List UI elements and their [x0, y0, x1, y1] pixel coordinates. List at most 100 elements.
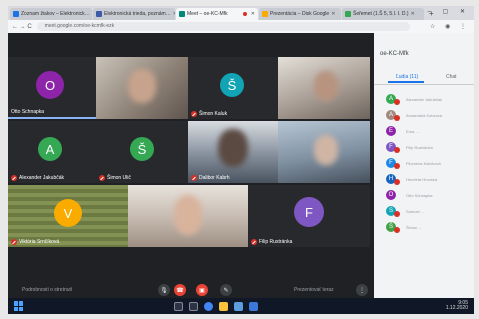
participant-tile[interactable]: F Filip Rustránka — [248, 185, 370, 247]
participant-name: Annamária Kobzová — [406, 112, 443, 118]
participant-face — [174, 195, 202, 235]
task-view-icon[interactable] — [189, 301, 198, 311]
browser-tab[interactable]: Zoznam žiakov – Elektronick… ✕ — [10, 8, 92, 20]
list-item[interactable]: A Alexander Jakubčák — [386, 91, 472, 107]
avatar-initial: O — [388, 192, 394, 198]
participant-video-tile[interactable] — [128, 185, 248, 247]
camera-off-button[interactable]: ▣ — [196, 284, 208, 296]
mic-off-icon — [11, 239, 17, 245]
participant-video-tile[interactable] — [96, 57, 188, 119]
captions-button[interactable]: ✎ — [220, 284, 232, 296]
list-item[interactable]: F Filip Rustránka — [386, 139, 472, 155]
avatar-initial: Š — [388, 224, 393, 230]
browser-tab-bar: Zoznam žiakov – Elektronick… ✕ Elektroni… — [8, 6, 474, 20]
participant-tile[interactable]: V Viktória Srnčíková — [8, 185, 128, 247]
participant-name-text: Šimon Kaluk — [199, 111, 228, 117]
participant-name: Viktória Srnčíková — [11, 239, 59, 245]
participant-video-tile[interactable]: Dalibor Kabrh — [188, 121, 278, 183]
window-controls[interactable]: – ▢ ✕ — [428, 8, 470, 15]
avatar: A — [386, 94, 400, 105]
browser-tab[interactable]: Elektronická trieda, poznám… ✕ — [93, 8, 175, 20]
participant-tile[interactable]: Š Šimon Ulič — [96, 121, 188, 183]
file-explorer-icon[interactable] — [219, 301, 228, 311]
browser-tab[interactable]: Šeřemet (1.Š 5, 5.I. I. D.) ✕ — [342, 8, 424, 20]
mic-off-icon — [394, 163, 400, 169]
store-icon[interactable] — [234, 301, 243, 311]
search-icon[interactable] — [174, 301, 183, 311]
browser-extension-icons[interactable]: ☆ ◉ ⋮ — [430, 23, 470, 30]
windows-start-icon[interactable] — [14, 301, 24, 311]
avatar-initial: A — [388, 96, 393, 102]
tab-people[interactable]: Ľudia (11) — [387, 74, 425, 83]
present-now-button[interactable]: Prezentovať teraz — [294, 287, 334, 293]
browser-tab[interactable]: Prezentácia – Disk Google ✕ — [259, 8, 341, 20]
avatar-initial: F — [389, 144, 393, 150]
more-options-icon[interactable]: ⋮ — [356, 284, 368, 296]
close-tab-icon[interactable]: ✕ — [411, 11, 415, 17]
participant-name-text: Šimon Ulič — [107, 175, 131, 181]
list-item[interactable]: A Annamária Kobzová — [386, 107, 472, 123]
clock-date: 1.12.2020 — [445, 305, 468, 311]
meeting-details-link[interactable]: Podrobnosti o stretnutí — [22, 287, 72, 293]
participant-name-text: Dalibor Kabrh — [199, 175, 230, 181]
navigation-buttons[interactable]: ← → C — [12, 24, 32, 30]
list-item[interactable]: S Samuel … — [386, 203, 472, 219]
list-item[interactable]: O Otto Schnapka — [386, 187, 472, 203]
participant-tile[interactable]: A Alexander Jakubčák — [8, 121, 96, 183]
participant-name: Otto Schnapka — [406, 192, 433, 198]
avatar: Š — [130, 137, 154, 161]
avatar: S — [386, 206, 400, 217]
list-item[interactable]: H Henrieta Hronská — [386, 171, 472, 187]
participant-name: Alexander Jakubčák — [406, 96, 443, 102]
participant-video-tile[interactable] — [278, 57, 370, 119]
avatar-initial: A — [388, 112, 393, 118]
meeting-controls: Podrobnosti o stretnutí 🎙 ☎ ▣ ✎ Prezento… — [8, 282, 374, 298]
mic-off-icon — [191, 111, 197, 117]
tab-label: Šeřemet (1.Š 5, 5.I. I. D.) — [353, 11, 409, 17]
system-tray[interactable]: 9:05 1.12.2020 — [446, 301, 468, 311]
avatar: F — [386, 158, 400, 169]
mic-off-icon — [394, 99, 400, 105]
tab-favicon-icon — [345, 11, 351, 17]
tab-label: Prezentácia – Disk Google — [270, 11, 330, 17]
chrome-icon[interactable] — [204, 301, 213, 311]
participant-name-text: Viktória Srnčíková — [19, 239, 60, 245]
tab-label: Zoznam žiakov – Elektronick… — [21, 11, 90, 17]
browser-tab-active[interactable]: Meet – oe-KC-Mfk ✕ — [176, 8, 258, 20]
mic-off-icon — [191, 175, 197, 181]
participant-tile[interactable]: Š Šimon Kaluk — [188, 57, 278, 119]
participant-name: Dalibor Kabrh — [191, 175, 230, 181]
address-bar: ← → C meet.google.com/oe-kcmfk-ezk ☆ ◉ ⋮ — [8, 20, 474, 33]
avatar: A — [38, 137, 62, 161]
participant-name-text: Otto Schnapka — [11, 109, 45, 115]
screen: Zoznam žiakov – Elektronick… ✕ Elektroni… — [8, 6, 474, 314]
participant-tile[interactable]: O Otto Schnapka — [8, 57, 96, 119]
participant-face — [128, 69, 156, 103]
participant-video-tile[interactable] — [278, 121, 370, 183]
participant-name: Filip Rustránka — [251, 239, 292, 245]
avatar: Š — [220, 73, 244, 97]
url-input[interactable]: meet.google.com/oe-kcmfk-ezk — [36, 22, 411, 31]
participant-name: Samuel … — [406, 208, 425, 214]
participant-name: Henrieta Hronská — [406, 176, 438, 182]
avatar-initial: F — [389, 160, 393, 166]
meet-favicon-icon — [179, 11, 185, 17]
meet-window: O Otto Schnapka Š Šimon Kaluk A Alexande… — [8, 33, 474, 298]
meeting-title: oe-KC-Mfk — [380, 51, 409, 57]
avatar: H — [386, 174, 400, 185]
tab-favicon-icon — [96, 11, 102, 17]
mail-icon[interactable] — [249, 301, 258, 311]
close-tab-icon[interactable]: ✕ — [331, 11, 335, 17]
tab-chat[interactable]: Chat — [446, 74, 457, 80]
list-item[interactable]: E Ema … — [386, 123, 472, 139]
list-item[interactable]: Š Šimon … — [386, 219, 472, 235]
mic-off-icon — [394, 227, 400, 233]
list-item[interactable]: F Filomena Kabrhová — [386, 155, 472, 171]
avatar: F — [294, 197, 324, 227]
close-tab-icon[interactable]: ✕ — [173, 11, 175, 17]
close-tab-icon[interactable]: ✕ — [251, 11, 255, 17]
microphone-button[interactable]: 🎙 — [158, 284, 170, 296]
avatar: A — [386, 110, 400, 121]
participant-face — [218, 129, 248, 167]
hang-up-button[interactable]: ☎ — [174, 284, 186, 296]
